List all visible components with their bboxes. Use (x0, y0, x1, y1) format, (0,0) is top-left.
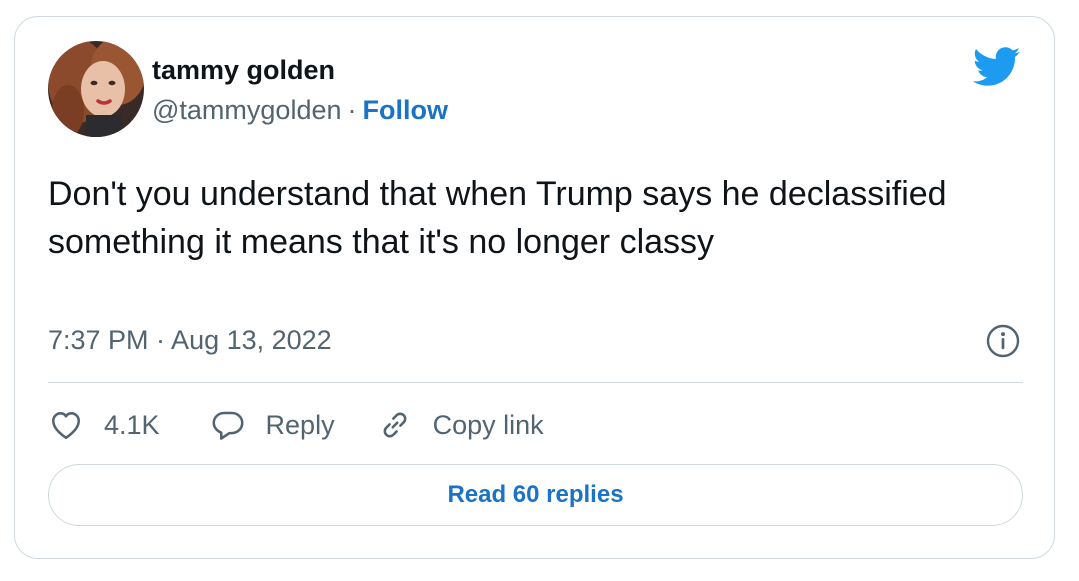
reply-label: Reply (265, 409, 335, 440)
link-icon (383, 412, 406, 438)
tweet-card: tammy golden @tammygolden · Follow Don't y… (14, 16, 1055, 559)
separator-dot: · (347, 95, 357, 125)
handle-row: @tammygolden · Follow (152, 93, 448, 127)
like-button[interactable]: 4.1K (48, 407, 160, 443)
avatar[interactable] (48, 41, 144, 137)
tweet-text: Don't you understand that when Trump say… (48, 175, 947, 261)
copy-link-button[interactable]: Copy link (377, 407, 544, 443)
speech-bubble-icon (212, 411, 244, 440)
display-name[interactable]: tammy golden (152, 53, 448, 87)
timestamp[interactable]: 7:37 PM · Aug 13, 2022 (48, 323, 332, 357)
divider (48, 382, 1023, 383)
action-bar: 4.1K Reply Copy link (48, 402, 544, 448)
info-icon[interactable] (985, 323, 1021, 359)
avatar-photo (48, 41, 144, 137)
follow-link[interactable]: Follow (363, 95, 448, 125)
copy-link-label: Copy link (432, 409, 544, 440)
like-count: 4.1K (104, 409, 160, 440)
reply-button[interactable]: Reply (210, 407, 335, 443)
read-replies-button[interactable]: Read 60 replies (48, 464, 1023, 526)
handle[interactable]: @tammygolden (152, 95, 342, 125)
twitter-bird-icon[interactable] (973, 47, 1021, 87)
heart-icon (51, 412, 81, 440)
author-block: tammy golden @tammygolden · Follow (152, 53, 448, 127)
